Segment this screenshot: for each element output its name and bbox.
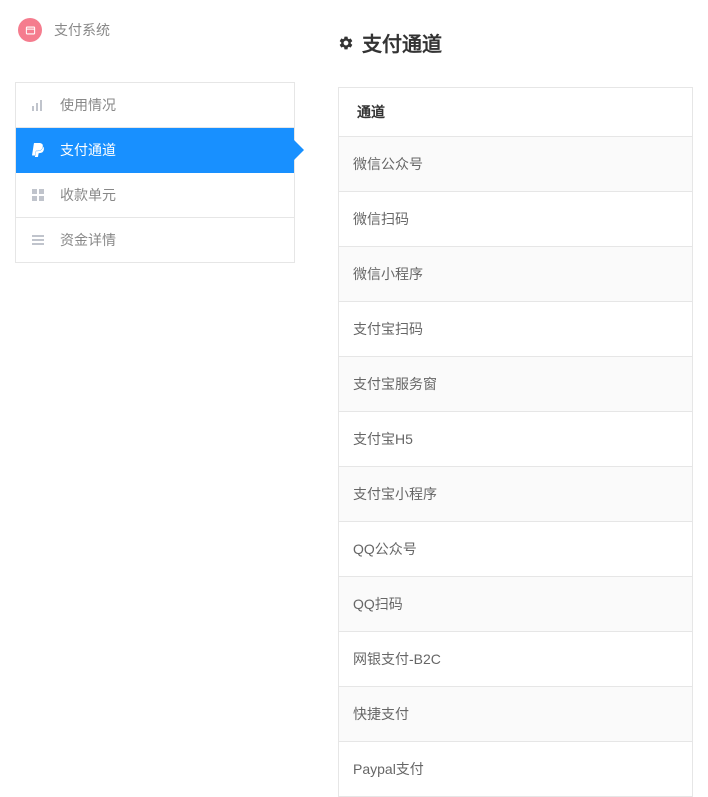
nav-item-channels[interactable]: 支付通道 [16,128,294,173]
table-row[interactable]: QQ扫码 [339,577,692,632]
paypal-icon [31,143,45,157]
table-row[interactable]: 网银支付-B2C [339,632,692,687]
table-row[interactable]: 微信扫码 [339,192,692,247]
nav-item-funds[interactable]: 资金详情 [16,218,294,262]
sidebar: 支付系统 使用情况 支付通道 收款单元 资金详情 [0,0,310,746]
gear-icon [338,35,354,51]
table-row[interactable]: 支付宝扫码 [339,302,692,357]
table-row[interactable]: Paypal支付 [339,742,692,796]
nav-item-units[interactable]: 收款单元 [16,173,294,218]
page-title: 支付通道 [362,28,442,57]
app-title: 支付系统 [54,20,110,40]
table-header: 通道 [339,88,692,137]
grid-icon [31,188,45,202]
channels-table: 通道 微信公众号微信扫码微信小程序支付宝扫码支付宝服务窗支付宝H5支付宝小程序Q… [338,87,693,797]
main-content: 支付通道 通道 微信公众号微信扫码微信小程序支付宝扫码支付宝服务窗支付宝H5支付… [310,0,708,746]
sidebar-header: 支付系统 [18,18,295,42]
bar-chart-icon [31,98,45,112]
table-row[interactable]: 支付宝服务窗 [339,357,692,412]
nav-list: 使用情况 支付通道 收款单元 资金详情 [15,82,295,263]
list-icon [31,233,45,247]
table-row[interactable]: 快捷支付 [339,687,692,742]
table-row[interactable]: 支付宝小程序 [339,467,692,522]
table-row[interactable]: 微信小程序 [339,247,692,302]
table-row[interactable]: 支付宝H5 [339,412,692,467]
table-row[interactable]: 微信公众号 [339,137,692,192]
nav-label: 资金详情 [60,230,116,250]
nav-label: 支付通道 [60,140,116,160]
app-icon [18,18,42,42]
table-row[interactable]: QQ公众号 [339,522,692,577]
nav-label: 使用情况 [60,95,116,115]
nav-item-usage[interactable]: 使用情况 [16,83,294,128]
page-header: 支付通道 [338,28,693,57]
nav-label: 收款单元 [60,185,116,205]
